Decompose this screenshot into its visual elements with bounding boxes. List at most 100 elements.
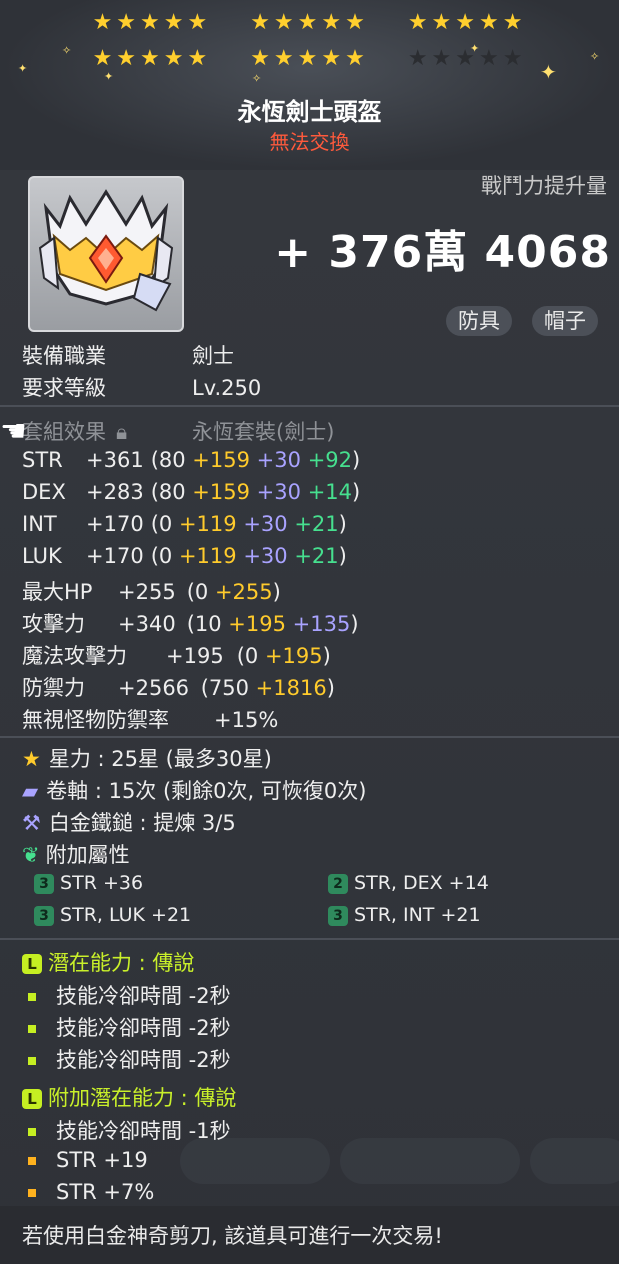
potential-text: 技能冷卻時間 -2秒 <box>56 1016 231 1040</box>
req-value: Lv.250 <box>192 376 262 400</box>
legendary-icon: L <box>22 954 42 974</box>
stat-close: ) <box>322 644 331 668</box>
req-label: 裝備職業 <box>22 344 106 368</box>
divider <box>0 736 619 738</box>
stat-base: (0 <box>150 544 173 568</box>
stat-flame: +21 <box>294 512 339 536</box>
stat-scroll: +30 <box>256 448 301 472</box>
flame-tier-badge: 3 <box>34 873 54 894</box>
set-effect-label: 套組效果 <box>22 420 106 444</box>
star-icon: ★ <box>22 747 41 771</box>
combat-power-label: 戰鬥力提升量 <box>481 174 607 198</box>
tag-hat: 帽子 <box>532 306 598 336</box>
star-group: ★★★★★ <box>92 10 212 35</box>
stat-total: +195 <box>166 644 224 668</box>
flame-tier-badge: 2 <box>328 873 348 894</box>
leaf-icon: ❦ <box>22 843 40 867</box>
flame-line: 3 STR, LUK +21 <box>34 904 191 926</box>
star-group: ★★★★★ <box>407 10 527 35</box>
stat-total: +255 <box>118 580 176 604</box>
hammer-row: ⚒ 白金鐵鎚 : 提煉 3/5 <box>22 807 236 837</box>
flame-label: 附加屬性 <box>45 843 130 867</box>
stat-close: ) <box>352 448 361 472</box>
stat-bonus: +119 <box>178 544 237 568</box>
bonus-potential-header: L 附加潛在能力 : 傳說 <box>22 1082 236 1112</box>
potential-text: 技能冷卻時間 -2秒 <box>56 1048 231 1072</box>
stat-close: ) <box>326 676 335 700</box>
glove-cursor-icon: ☚ <box>0 414 27 449</box>
stat-total: +2566 <box>118 676 190 700</box>
starforce-row: ★ 星力 : 25星 (最多30星) <box>22 743 272 773</box>
set-effect[interactable]: 套組效果 🔒︎ 永恆套裝(劍士) <box>22 416 334 446</box>
stat-row: LUK +170 (0 +119 +30 +21) <box>22 544 347 568</box>
stat-name: 最大HP <box>22 580 93 604</box>
star-group: ★★★★★ <box>250 10 369 35</box>
star-group: ★★★★★ <box>250 46 369 71</box>
bonus-potential-line: 技能冷卻時間 -1秒 <box>22 1115 231 1145</box>
bullet-icon <box>28 1128 36 1136</box>
stat-base: (10 <box>186 612 222 636</box>
flame-text: STR, INT +21 <box>354 904 481 926</box>
stat-row: 攻擊力 +340 (10 +195 +135) <box>22 608 359 638</box>
stat-flame: +14 <box>307 480 353 504</box>
flame-line: 2 STR, DEX +14 <box>328 872 489 894</box>
background-button <box>530 1138 619 1184</box>
item-icon-frame <box>28 176 184 332</box>
hammer-icon: ⚒ <box>22 811 41 835</box>
stat-row: 魔法攻擊力 +195 (0 +195) <box>22 640 331 670</box>
divider <box>0 405 619 407</box>
footer-notice: 若使用白金神奇剪刀, 該道具可進行一次交易! <box>0 1206 619 1264</box>
stat-base: (750 <box>200 676 249 700</box>
stat-row: INT +170 (0 +119 +30 +21) <box>22 512 347 536</box>
background-button <box>340 1138 520 1184</box>
flame-tier-badge: 3 <box>34 905 54 926</box>
flame-text: STR, LUK +21 <box>60 904 192 926</box>
potential-line: 技能冷卻時間 -2秒 <box>22 1012 231 1042</box>
stat-row: STR +361 (80 +159 +30 +92) <box>22 448 360 472</box>
stat-name: DEX <box>22 480 66 504</box>
stat-bonus: +195 <box>264 644 323 668</box>
stat-row: 無視怪物防禦率 +15% <box>22 704 278 734</box>
stat-total: +283 <box>86 480 144 504</box>
stat-total: +170 <box>86 544 144 568</box>
stat-name: STR <box>22 448 63 472</box>
sparkle-icon: ✧ <box>252 72 262 85</box>
star-force-row-1: ★★★★★ ★★★★★ ★★★★★ <box>0 10 619 35</box>
bonus-potential-text: STR +7% <box>56 1180 155 1204</box>
bullet-icon <box>28 1189 36 1197</box>
stat-name: 攻擊力 <box>22 612 85 636</box>
star-force-row-2: ★★★★★ ★★★★★ ★★★★★ <box>0 46 619 71</box>
stat-row: DEX +283 (80 +159 +30 +14) <box>22 480 360 504</box>
trade-status: 無法交換 <box>269 130 350 154</box>
potential-line: 技能冷卻時間 -2秒 <box>22 980 231 1010</box>
combat-power-value: + 376萬 4068 <box>274 227 611 278</box>
stat-total: +361 <box>86 448 144 472</box>
potential-text: 技能冷卻時間 -2秒 <box>56 984 231 1008</box>
bullet-icon <box>28 1057 36 1065</box>
stat-scroll: +30 <box>243 512 288 536</box>
stat-bonus: +159 <box>192 448 250 472</box>
bonus-potential-text: STR +19 <box>56 1148 148 1172</box>
sparkle-icon: ✦ <box>104 70 114 83</box>
stat-base: (0 <box>236 644 259 668</box>
req-value: 劍士 <box>192 344 234 368</box>
req-label: 要求等級 <box>22 376 106 400</box>
star-group: ★★★★★ <box>92 46 212 71</box>
scroll-row: ▰ 卷軸 : 15次 (剩餘0次, 可恢復0次) <box>22 775 366 805</box>
flame-text: STR, DEX +14 <box>354 872 489 894</box>
flame-tier-badge: 3 <box>328 905 348 926</box>
tag-armor: 防具 <box>446 306 512 336</box>
req-job: 裝備職業 劍士 <box>22 340 234 370</box>
req-level: 要求等級 Lv.250 <box>22 372 261 402</box>
potential-label: 潛在能力 : 傳說 <box>48 951 195 975</box>
stat-total: +15% <box>214 708 279 732</box>
bonus-potential-line: STR +19 <box>22 1148 148 1172</box>
potential-line: 技能冷卻時間 -2秒 <box>22 1044 231 1074</box>
stat-name: INT <box>22 512 57 536</box>
stat-bonus: +195 <box>228 612 286 636</box>
stat-close: ) <box>352 480 361 504</box>
legendary-icon: L <box>22 1089 42 1109</box>
stat-scroll: +30 <box>256 480 301 504</box>
stat-flame: +21 <box>294 544 339 568</box>
flame-header: ❦ 附加屬性 <box>22 839 130 869</box>
